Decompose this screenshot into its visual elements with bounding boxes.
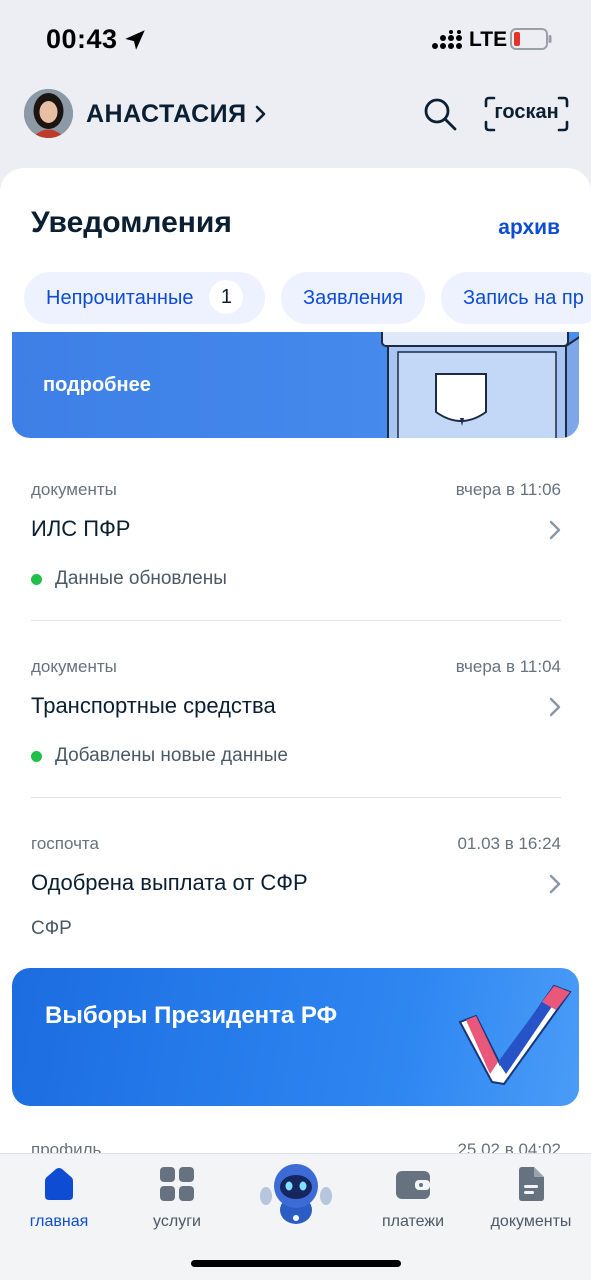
notification-status: Добавлены новые данные <box>31 745 288 767</box>
notification-title: ИЛС ПФР <box>31 516 131 541</box>
user-name[interactable]: АНАСТАСИЯ <box>86 100 247 129</box>
chevron-right-icon <box>549 697 561 717</box>
sender-text: СФР <box>31 918 72 939</box>
status-dot-icon <box>31 750 42 762</box>
notification-title: Одобрена выплата от СФР <box>31 870 308 895</box>
notifications-sheet: Уведомления архив Непрочитанные 1 Заявлен… <box>0 168 591 1280</box>
notification-time: 01.03 в 16:24 <box>457 834 561 853</box>
filter-tabs: Непрочитанные 1 Заявления Запись на пр <box>24 272 591 326</box>
home-indicator <box>191 1260 401 1267</box>
network-type: LTE <box>469 28 508 51</box>
divider <box>31 620 561 621</box>
nav-label: услуги <box>153 1213 201 1230</box>
chevron-right-icon[interactable] <box>253 104 269 124</box>
elections-title: Выборы Президента РФ <box>45 1002 338 1029</box>
tab-label: Заявления <box>303 287 404 309</box>
nav-services[interactable]: услуги <box>122 1164 232 1231</box>
notification-item[interactable]: документы вчера в 11:04 Транспортные сре… <box>31 657 561 767</box>
wallet-icon <box>396 1171 430 1199</box>
status-dot-icon <box>31 573 42 585</box>
notification-category: документы <box>31 657 117 676</box>
goskan-button[interactable]: госкан <box>484 96 569 132</box>
nav-label: платежи <box>381 1213 445 1230</box>
page-title: Уведомления <box>31 206 232 239</box>
tab-label: Запись на пр <box>463 287 584 309</box>
search-icon[interactable] <box>420 94 460 134</box>
goskan-label: госкан <box>494 101 559 123</box>
tab-applications[interactable]: Заявления <box>281 272 426 324</box>
signal-icon <box>432 30 462 49</box>
ballot-box-illustration <box>381 332 579 438</box>
document-icon <box>519 1167 544 1201</box>
promo-banner[interactable]: подробнее <box>12 332 579 438</box>
tab-unread[interactable]: Непрочитанные 1 <box>24 272 266 324</box>
nav-documents[interactable]: документы <box>476 1164 586 1231</box>
notification-time: вчера в 11:06 <box>455 480 561 499</box>
grid-icon <box>160 1167 194 1201</box>
tab-label: Непрочитанные <box>46 287 194 309</box>
avatar[interactable] <box>24 89 73 138</box>
status-time: 00:43 <box>46 24 118 54</box>
notification-sender: СФР <box>31 918 72 940</box>
status-bar: 00:43 LTE <box>0 0 591 80</box>
divider <box>31 797 561 798</box>
battery-low-icon <box>510 28 552 50</box>
promo-more-link[interactable]: подробнее <box>43 374 151 397</box>
notification-status: Данные обновлены <box>31 568 227 590</box>
notification-category: документы <box>31 480 117 499</box>
nav-label: главная <box>29 1213 89 1230</box>
notification-item[interactable]: документы вчера в 11:06 ИЛС ПФР Данные о… <box>31 480 561 590</box>
notification-item[interactable]: госпочта 01.03 в 16:24 Одобрена выплата … <box>31 834 561 944</box>
archive-link[interactable]: архив <box>498 216 560 240</box>
chevron-right-icon <box>549 874 561 894</box>
tab-appointments[interactable]: Запись на пр <box>441 272 591 324</box>
notification-time: вчера в 11:04 <box>455 657 561 676</box>
nav-home[interactable]: главная <box>4 1164 114 1231</box>
elections-banner[interactable]: Выборы Президента РФ <box>12 968 579 1106</box>
bottom-nav: главная услуги платежи документы <box>0 1153 591 1280</box>
status-text: Добавлены новые данные <box>55 745 288 766</box>
home-icon <box>45 1168 73 1200</box>
location-arrow-icon <box>125 30 145 50</box>
unread-count-badge: 1 <box>209 279 244 314</box>
nav-label: документы <box>490 1213 572 1230</box>
tricolor-checkmark-icon <box>458 984 572 1086</box>
notification-category: госпочта <box>31 834 99 853</box>
notification-title: Транспортные средства <box>31 693 276 718</box>
nav-payments[interactable]: платежи <box>358 1164 468 1231</box>
status-text: Данные обновлены <box>55 568 227 589</box>
chevron-right-icon <box>549 520 561 540</box>
robot-assistant-icon[interactable] <box>258 1162 334 1228</box>
